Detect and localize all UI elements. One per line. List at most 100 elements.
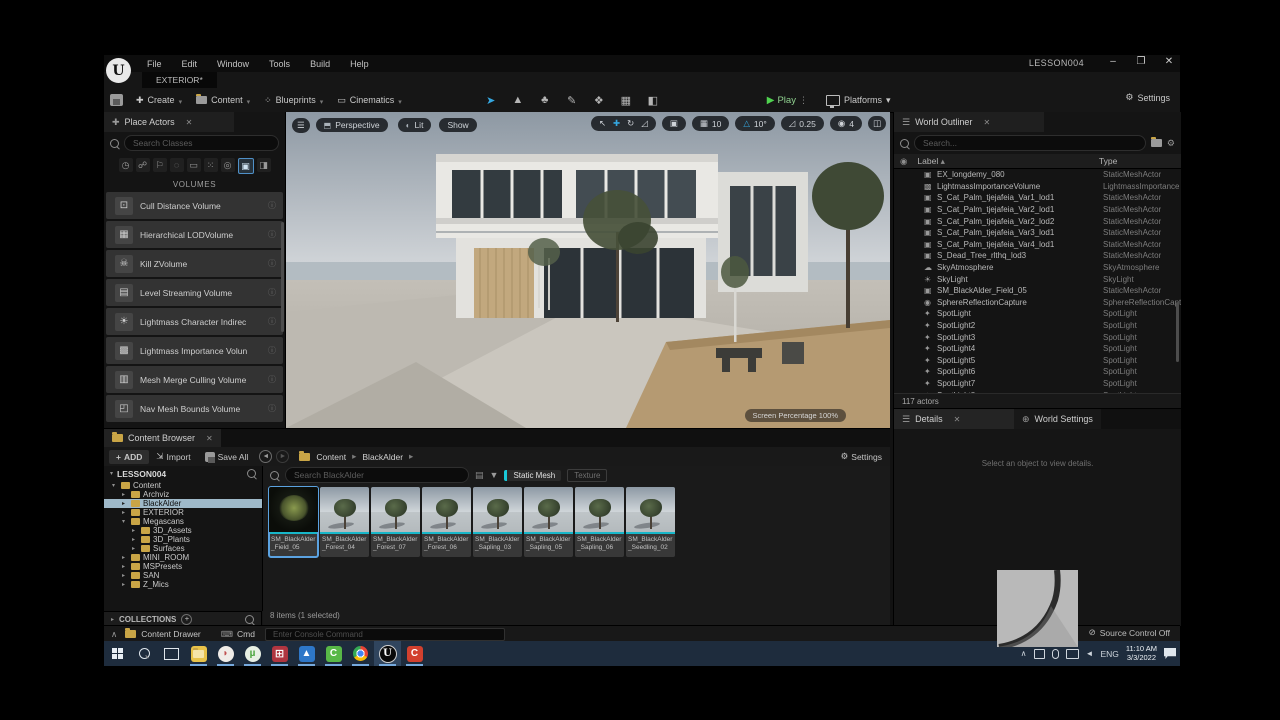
breadcrumb-blackalder[interactable]: BlackAlder	[362, 452, 403, 462]
volume-list-item[interactable]: ◰ Nav Mesh Bounds Volume ⓘ	[106, 395, 283, 422]
collections-bar[interactable]: ▸ COLLECTIONS +	[104, 611, 262, 626]
import-button[interactable]: ⇲Import	[149, 449, 197, 464]
place-actors-tab[interactable]: ✚ Place Actors ✕	[104, 112, 234, 132]
actor-category-icon[interactable]: ▣	[238, 158, 254, 174]
close-icon[interactable]: ✕	[186, 118, 193, 127]
actor-category-icon[interactable]: ◷	[119, 158, 133, 172]
outliner-search-input[interactable]	[921, 137, 1139, 149]
outliner-row[interactable]: ▣ S_Dead_Tree_rlthq_lod3 StaticMeshActor	[894, 250, 1181, 262]
search-icon[interactable]	[245, 615, 254, 624]
menu-item[interactable]: Tools	[260, 57, 299, 71]
asset-tile[interactable]: SM_BlackAlder _Seedling_02	[626, 487, 675, 557]
tree-folder-item[interactable]: ▸ 3D_Plants	[104, 535, 262, 544]
level-tab[interactable]: EXTERIOR*	[142, 72, 217, 88]
source-control-status[interactable]: ⊘ Source Control Off	[1089, 627, 1170, 638]
viewport-options-button[interactable]: ☰	[292, 118, 310, 133]
blueprints-button[interactable]: ⁘Blueprints▾	[257, 92, 330, 109]
console-command-field[interactable]	[265, 628, 505, 641]
content-browser-tab[interactable]: Content Browser ✕	[104, 429, 221, 447]
play-button[interactable]: Play	[777, 95, 795, 106]
chrome-icon[interactable]	[347, 641, 374, 666]
add-collection-button[interactable]: +	[181, 614, 192, 625]
outliner-scrollbar[interactable]	[1176, 302, 1179, 362]
select-mode-icon[interactable]: ➤	[483, 94, 499, 107]
tree-folder-item[interactable]: ▸ Archviz	[104, 490, 262, 499]
actor-category-icon[interactable]: ☍	[136, 158, 150, 172]
outliner-row[interactable]: ▣ S_Cat_Palm_tjejafeia_Var2_lod2 StaticM…	[894, 215, 1181, 227]
world-outliner-tab[interactable]: ☰ World Outliner ✕	[894, 112, 1044, 132]
outliner-row[interactable]: ✦ SpotLight6 SpotLight	[894, 366, 1181, 378]
battery-icon[interactable]	[1034, 649, 1045, 659]
menu-item[interactable]: File	[138, 57, 171, 71]
content-button[interactable]: Content▾	[189, 92, 257, 109]
filter-texture[interactable]: Texture	[567, 469, 607, 482]
tree-folder-item[interactable]: ▸ Surfaces	[104, 544, 262, 553]
asset-tile[interactable]: SM_BlackAlder _Sapling_06	[575, 487, 624, 557]
outliner-row[interactable]: ◉ SphereReflectionCapture SphereReflecti…	[894, 297, 1181, 309]
platforms-button[interactable]: Platforms▾	[826, 95, 891, 106]
perspective-button[interactable]: ⬒Perspective	[316, 118, 388, 132]
content-drawer-button[interactable]: Content Drawer	[141, 629, 201, 639]
animation-mode-icon[interactable]: ◧	[645, 94, 661, 107]
language-indicator[interactable]: ENG	[1100, 649, 1118, 659]
start-button[interactable]	[104, 641, 131, 666]
menu-item[interactable]: Help	[341, 57, 378, 71]
volume-list-item[interactable]: ☠ Kill ZVolume ⓘ	[106, 250, 283, 277]
collapse-drawer-icon[interactable]: ∧	[111, 629, 117, 640]
breadcrumb-content[interactable]: Content	[316, 452, 346, 462]
filter-static-mesh[interactable]: Static Mesh	[504, 470, 561, 481]
volume-icon[interactable]: ◄	[1086, 649, 1094, 658]
select-tool-icon[interactable]: ↖	[599, 118, 606, 129]
scale-tool-icon[interactable]: ◿	[641, 118, 648, 129]
outliner-row[interactable]: ▣ S_Cat_Palm_tjejafeia_Var1_lod1 StaticM…	[894, 192, 1181, 204]
volume-list-item[interactable]: ▩ Lightmass Importance Volun ⓘ	[106, 337, 283, 364]
outliner-row[interactable]: ▣ SM_BlackAlder_Field_05 StaticMeshActor	[894, 285, 1181, 297]
close-icon[interactable]: ✕	[954, 415, 961, 424]
tree-folder-item[interactable]: ▸ 3D_Assets	[104, 526, 262, 535]
cmd-button[interactable]: Cmd	[237, 629, 255, 639]
outliner-row[interactable]: ▣ EX_longdemy_080 StaticMeshActor	[894, 169, 1181, 181]
tree-root[interactable]: ▾ LESSON004	[104, 466, 262, 481]
visibility-column-icon[interactable]: ◉	[900, 156, 907, 167]
mesh-paint-mode-icon[interactable]: ✎	[564, 94, 580, 107]
app-grid-icon[interactable]: ⊞	[266, 641, 293, 666]
volume-list-item[interactable]: ▤ Level Streaming Volume ⓘ	[106, 279, 283, 306]
fracture-mode-icon[interactable]: ❖	[591, 94, 607, 107]
tree-folder-item[interactable]: ▸ BlackAlder	[104, 499, 262, 508]
foliage-mode-icon[interactable]: ♣	[537, 94, 553, 107]
settings-button[interactable]: ⚙ Settings	[1125, 92, 1170, 103]
outliner-row[interactable]: ▣ S_Cat_Palm_tjejafeia_Var2_lod1 StaticM…	[894, 204, 1181, 216]
search-icon[interactable]	[247, 469, 256, 478]
outliner-row[interactable]: ☁ SkyAtmosphere SkyAtmosphere	[894, 262, 1181, 274]
close-icon[interactable]: ✕	[983, 118, 990, 127]
tray-chevron-icon[interactable]: ∧	[1021, 649, 1027, 658]
asset-tile[interactable]: SM_BlackAlder _Sapling_03	[473, 487, 522, 557]
close-icon[interactable]: ✕	[206, 434, 213, 443]
minimize-button[interactable]: –	[1106, 56, 1120, 67]
console-input[interactable]	[271, 629, 499, 640]
details-tab[interactable]: ☰ Details ✕	[894, 409, 1014, 429]
media-app-icon[interactable]: ◗	[212, 641, 239, 666]
task-view-button[interactable]	[158, 641, 185, 666]
actor-category-icon[interactable]: ⁙	[204, 158, 218, 172]
outliner-row[interactable]: ✦ SpotLight SpotLight	[894, 308, 1181, 320]
outliner-row[interactable]: ▩ LightmassImportanceVolume LightmassImp…	[894, 181, 1181, 193]
volume-list-item[interactable]: ▥ Mesh Merge Culling Volume ⓘ	[106, 366, 283, 393]
rotate-tool-icon[interactable]: ↻	[627, 118, 634, 129]
save-all-button[interactable]: Save All	[198, 450, 256, 464]
maximize-button[interactable]: ❐	[1134, 56, 1148, 67]
asset-tile[interactable]: SM_BlackAlder _Sapling_05	[524, 487, 573, 557]
forward-button[interactable]: ►	[276, 450, 289, 463]
menu-item[interactable]: Edit	[173, 57, 207, 71]
level-viewport[interactable]: ☰ ⬒Perspective ◐Lit Show ↖ ✚ ↻ ◿ ▣ ▦10 △…	[286, 112, 890, 428]
tree-folder-item[interactable]: ▸ Z_Mics	[104, 580, 262, 589]
asset-tile[interactable]: SM_BlackAlder _Forest_07	[371, 487, 420, 557]
actor-category-icon[interactable]: ⚐	[153, 158, 167, 172]
asset-tile[interactable]: SM_BlackAlder _Field_05	[269, 487, 318, 557]
move-tool-icon[interactable]: ✚	[613, 118, 620, 129]
scale-snap-button[interactable]: ◿0.25	[781, 116, 824, 131]
surface-snap-button[interactable]: ▣	[662, 116, 686, 131]
asset-tile[interactable]: SM_BlackAlder _Forest_04	[320, 487, 369, 557]
notifications-icon[interactable]	[1164, 648, 1176, 659]
actor-category-icon[interactable]: ◌	[170, 158, 184, 172]
